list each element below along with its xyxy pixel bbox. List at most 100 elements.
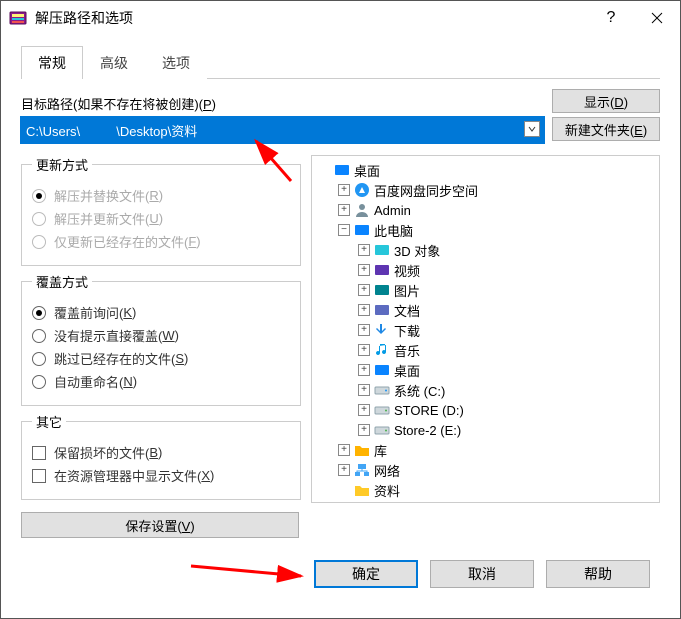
tree-node[interactable]: +3D 对象	[314, 240, 657, 260]
overwrite-silent-option[interactable]: 没有提示直接覆盖(W)	[32, 326, 290, 345]
ok-button[interactable]: 确定	[314, 560, 418, 588]
show-in-explorer-option[interactable]: 在资源管理器中显示文件(X)	[32, 466, 290, 485]
winrar-icon	[9, 9, 27, 27]
close-icon	[651, 12, 663, 24]
expand-icon[interactable]: +	[358, 324, 370, 336]
overwrite-skip-option[interactable]: 跳过已经存在的文件(S)	[32, 349, 290, 368]
tree-node-label: 下载	[394, 321, 420, 340]
tree-node[interactable]: + 图片	[314, 280, 657, 300]
tree-node-label: 图片	[394, 281, 420, 300]
tree-node[interactable]: 资料	[314, 480, 657, 500]
expand-icon[interactable]: +	[358, 424, 370, 436]
folder-icon	[354, 482, 370, 498]
radio-icon	[32, 352, 46, 366]
tree-node[interactable]: +STORE (D:)	[314, 400, 657, 420]
tree-node[interactable]: +库	[314, 440, 657, 460]
collapse-icon[interactable]: −	[338, 224, 350, 236]
expand-icon[interactable]: +	[338, 464, 350, 476]
tree-node[interactable]: + 下载	[314, 320, 657, 340]
overwrite-ask-option[interactable]: 覆盖前询问(K)	[32, 303, 290, 322]
new-folder-button[interactable]: 新建文件夹(E)	[552, 117, 660, 141]
tree-node-label: 视频	[394, 261, 420, 280]
update-replace-option[interactable]: 解压并替换文件(R)	[32, 186, 290, 205]
tab-options[interactable]: 选项	[145, 46, 207, 79]
tree-node-label: 资料	[374, 481, 400, 500]
tree-node-label: 网络	[374, 461, 400, 480]
tree-node-label: 3D 对象	[394, 241, 440, 260]
pc-icon	[354, 222, 370, 238]
display-button[interactable]: 显示(D)	[552, 89, 660, 113]
tree-node[interactable]: + Store-2 (E:)	[314, 420, 657, 440]
tree-node-label: 桌面	[394, 361, 420, 380]
tree-node[interactable]: + 文档	[314, 300, 657, 320]
pictures-icon	[374, 282, 390, 298]
radio-icon	[32, 329, 46, 343]
tree-node-label: Store-2 (E:)	[394, 423, 461, 438]
tab-strip: 常规 高级 选项	[21, 45, 660, 79]
expand-icon[interactable]: +	[358, 284, 370, 296]
tree-node[interactable]: + 系统 (C:)	[314, 380, 657, 400]
overwrite-mode-legend: 覆盖方式	[32, 272, 92, 291]
expand-icon[interactable]: +	[358, 404, 370, 416]
tree-node[interactable]: + 视频	[314, 260, 657, 280]
titlebar: 解压路径和选项 ?	[1, 1, 680, 35]
expand-icon[interactable]: +	[358, 344, 370, 356]
destination-path-combobox[interactable]	[21, 117, 544, 143]
tab-general[interactable]: 常规	[21, 46, 83, 79]
desktop-icon	[334, 162, 350, 178]
3d-icon	[374, 242, 390, 258]
folder-tree[interactable]: 桌面+百度网盘同步空间+Admin−此电脑+3D 对象+视频+图片+文档+下载+…	[311, 155, 660, 503]
destination-path-input[interactable]	[21, 117, 544, 143]
tab-advanced[interactable]: 高级	[83, 46, 145, 79]
expand-icon[interactable]: +	[358, 364, 370, 376]
tree-node[interactable]: 桌面	[314, 160, 657, 180]
expand-icon[interactable]: +	[358, 384, 370, 396]
tree-node[interactable]: + 百度网盘同步空间	[314, 180, 657, 200]
user-icon	[354, 202, 370, 218]
chevron-down-icon	[528, 125, 536, 133]
lib-icon	[354, 442, 370, 458]
downloads-icon	[374, 322, 390, 338]
tree-node[interactable]: + 网络	[314, 460, 657, 480]
update-existing-option[interactable]: 仅更新已经存在的文件(F)	[32, 232, 290, 251]
destination-path-label: 目标路径(如果不存在将被创建)(P)	[21, 94, 216, 113]
tree-node-label: 库	[374, 441, 387, 460]
expand-icon[interactable]: +	[358, 304, 370, 316]
keep-broken-option[interactable]: 保留损坏的文件(B)	[32, 443, 290, 462]
overwrite-mode-group: 覆盖方式 覆盖前询问(K) 没有提示直接覆盖(W) 跳过已经存在的文件(S) 自…	[21, 272, 301, 406]
expand-icon[interactable]: +	[338, 204, 350, 216]
checkbox-icon	[32, 469, 46, 483]
docs-icon	[374, 302, 390, 318]
help-dialog-button[interactable]: 帮助	[546, 560, 650, 588]
radio-icon	[32, 212, 46, 226]
tree-node-label: Admin	[374, 203, 411, 218]
tree-node[interactable]: + 桌面	[314, 360, 657, 380]
dropdown-button[interactable]	[524, 121, 540, 137]
other-legend: 其它	[32, 412, 66, 431]
expand-icon[interactable]: +	[338, 184, 350, 196]
tree-node-label: 百度网盘同步空间	[374, 181, 478, 200]
no-expander	[318, 164, 330, 176]
expand-icon[interactable]: +	[358, 244, 370, 256]
baidu-icon	[354, 182, 370, 198]
window-title: 解压路径和选项	[35, 8, 133, 28]
tree-node[interactable]: + 音乐	[314, 340, 657, 360]
close-button[interactable]	[634, 3, 680, 33]
tree-node[interactable]: + Admin	[314, 200, 657, 220]
drive-c-icon	[374, 382, 390, 398]
desktop-icon	[374, 362, 390, 378]
radio-icon	[32, 306, 46, 320]
overwrite-rename-option[interactable]: 自动重命名(N)	[32, 372, 290, 391]
expand-icon[interactable]: +	[338, 444, 350, 456]
tree-node-label: 音乐	[394, 341, 420, 360]
tree-node-label: 文档	[394, 301, 420, 320]
cancel-button[interactable]: 取消	[430, 560, 534, 588]
expand-icon[interactable]: +	[358, 264, 370, 276]
update-update-option[interactable]: 解压并更新文件(U)	[32, 209, 290, 228]
tree-node-label: 此电脑	[374, 221, 413, 240]
save-settings-button[interactable]: 保存设置(V)	[21, 512, 299, 538]
help-button[interactable]: ?	[588, 3, 634, 33]
drive-icon	[374, 402, 390, 418]
tree-node-label: 系统 (C:)	[394, 381, 445, 400]
tree-node[interactable]: − 此电脑	[314, 220, 657, 240]
